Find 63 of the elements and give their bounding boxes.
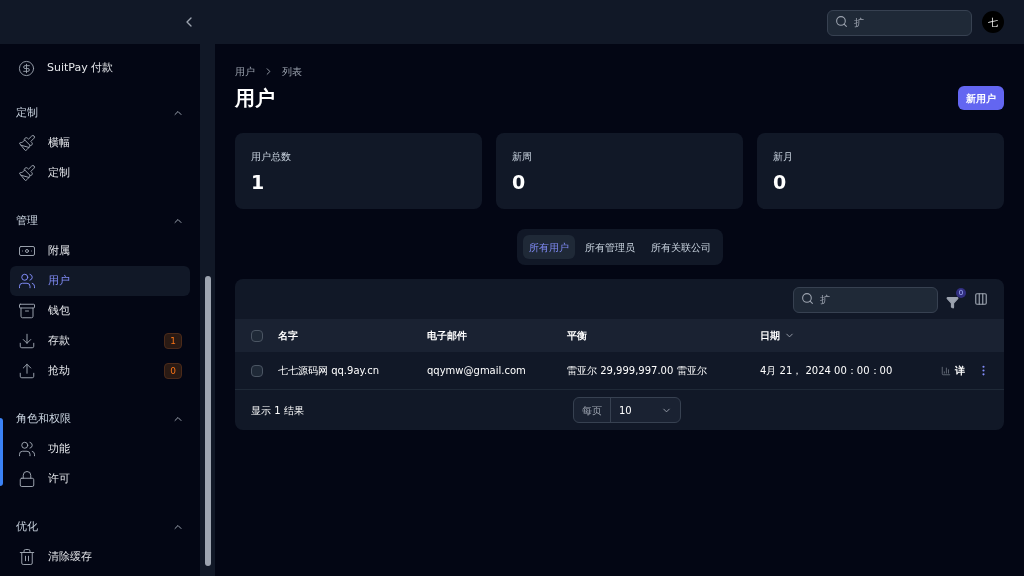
column-header: 平衡: [567, 329, 587, 343]
column-header: 名字: [278, 329, 298, 343]
sidebar-item[interactable]: 存款 1: [10, 326, 190, 356]
filter-icon: [946, 296, 959, 309]
per-page-select[interactable]: 每页 10: [573, 397, 681, 423]
stat-value: 0: [773, 170, 788, 195]
column-header: 电子邮件: [427, 329, 467, 343]
sidebar-group-header[interactable]: 定制: [10, 102, 190, 124]
sidebar-item[interactable]: SuitPay 付款: [10, 56, 190, 80]
sidebar-item[interactable]: 附属: [10, 236, 190, 266]
sidebar-item[interactable]: 用户: [10, 266, 190, 296]
breadcrumb-link[interactable]: 用户: [235, 64, 255, 79]
search-icon: [835, 15, 848, 28]
users-icon: [18, 440, 36, 458]
table-cell: 4月 21， 2024 00：00：00: [760, 365, 893, 376]
sidebar-item[interactable]: 许可: [10, 464, 190, 494]
select-all-checkbox[interactable]: [251, 329, 263, 342]
sidebar-item[interactable]: 清除缓存: [10, 542, 190, 572]
sidebar-item[interactable]: 定制: [10, 158, 190, 188]
avatar[interactable]: 七: [982, 11, 1004, 33]
tab[interactable]: 所有用户: [522, 235, 575, 259]
count-badge: 1: [164, 333, 182, 349]
stat-value: 0: [512, 170, 527, 195]
table-cell: 七七源码网 qq.9ay.cn: [278, 365, 380, 376]
scrollbar[interactable]: [200, 44, 215, 576]
download-icon: [18, 332, 36, 350]
lock-icon: [18, 470, 36, 488]
tab[interactable]: 所有关联公司: [644, 235, 717, 259]
stat-label: 新月: [773, 150, 794, 164]
columns-icon[interactable]: [974, 292, 988, 306]
side-handle[interactable]: [0, 418, 3, 486]
row-checkbox[interactable]: [251, 364, 263, 377]
brush-icon: [18, 164, 36, 182]
chart-icon: [941, 365, 951, 376]
search-field[interactable]: 扩: [827, 9, 972, 36]
column-header[interactable]: 日期: [760, 328, 780, 343]
page-title: 用户: [235, 85, 275, 112]
new-user-button[interactable]: 新用户: [958, 86, 1004, 110]
table-search-field[interactable]: 扩: [793, 286, 938, 313]
sidebar-group-header[interactable]: 管理: [10, 210, 190, 232]
tab[interactable]: 所有管理员: [578, 235, 641, 259]
sidebar-group-header[interactable]: 优化: [10, 516, 190, 538]
brush-icon: [18, 134, 36, 152]
search-icon: [801, 292, 814, 305]
stat-label: 用户总数: [251, 150, 292, 164]
count-badge: 0: [164, 363, 182, 379]
trash-icon: [18, 548, 36, 566]
sidebar-item[interactable]: 横幅: [10, 128, 190, 158]
sidebar-item[interactable]: 抢劫 0: [10, 356, 190, 386]
sidebar-item[interactable]: 功能: [10, 434, 190, 464]
stat-label: 新周: [512, 150, 533, 164]
archive-icon: [18, 302, 36, 320]
stat-value: 1: [251, 170, 266, 195]
results-summary: 显示 1 结果: [251, 403, 305, 418]
sidebar-group-header[interactable]: 角色和权限: [10, 408, 190, 430]
upload-icon: [18, 362, 36, 380]
sidebar-item[interactable]: 钱包: [10, 296, 190, 326]
users-icon: [18, 272, 36, 290]
dollar-icon: [18, 59, 35, 77]
table-cell: 雷亚尔 29,999,997.00 雷亚尔: [567, 365, 707, 376]
table-cell: qqymw@gmail.com: [427, 365, 526, 376]
breadcrumb-current: 列表: [282, 65, 302, 79]
details-link[interactable]: 详: [941, 363, 965, 378]
